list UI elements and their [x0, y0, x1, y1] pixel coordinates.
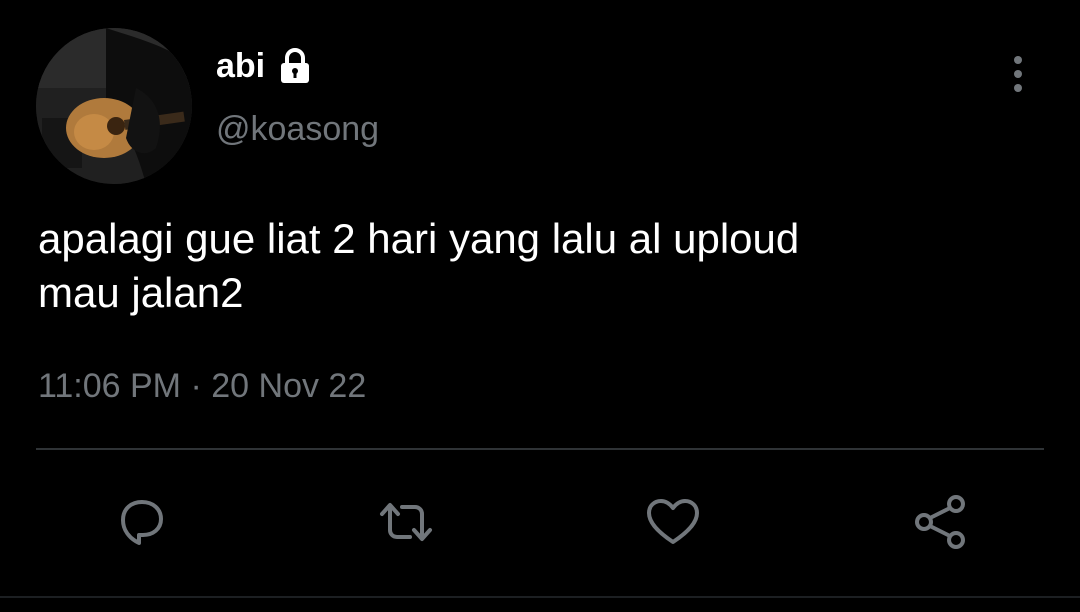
tweet-date: 20 Nov 22 — [211, 367, 367, 405]
meta-separator: · — [190, 367, 202, 405]
tweet-text: apalagi gue liat 2 hari yang lalu al upl… — [38, 215, 800, 316]
tweet-time: 11:06 PM — [38, 367, 182, 405]
divider — [36, 448, 1044, 450]
display-name-row: abi — [216, 46, 315, 86]
lock-icon — [275, 46, 315, 86]
avatar[interactable] — [36, 28, 192, 184]
reply-icon — [121, 500, 163, 545]
more-dot — [1014, 84, 1022, 92]
more-options-button[interactable] — [996, 52, 1040, 96]
tweet-timestamp[interactable]: 11:06 PM · 20 Nov 22 — [38, 366, 366, 407]
retweet-icon — [380, 503, 432, 541]
heart-icon — [647, 499, 699, 544]
more-dot — [1014, 70, 1022, 78]
user-handle[interactable]: @koasong — [216, 112, 379, 146]
more-dot — [1014, 56, 1022, 64]
retweet-button[interactable] — [370, 486, 442, 558]
bottom-divider — [0, 596, 1080, 598]
share-icon — [915, 495, 965, 549]
display-name[interactable]: abi — [216, 49, 265, 83]
action-bar — [0, 486, 1080, 558]
like-button[interactable] — [637, 486, 709, 558]
avatar-photo — [36, 28, 192, 184]
tweet-detail: abi @koasong apalagi gue liat 2 hari yan… — [0, 0, 1080, 612]
reply-button[interactable] — [105, 486, 177, 558]
share-button[interactable] — [904, 486, 976, 558]
